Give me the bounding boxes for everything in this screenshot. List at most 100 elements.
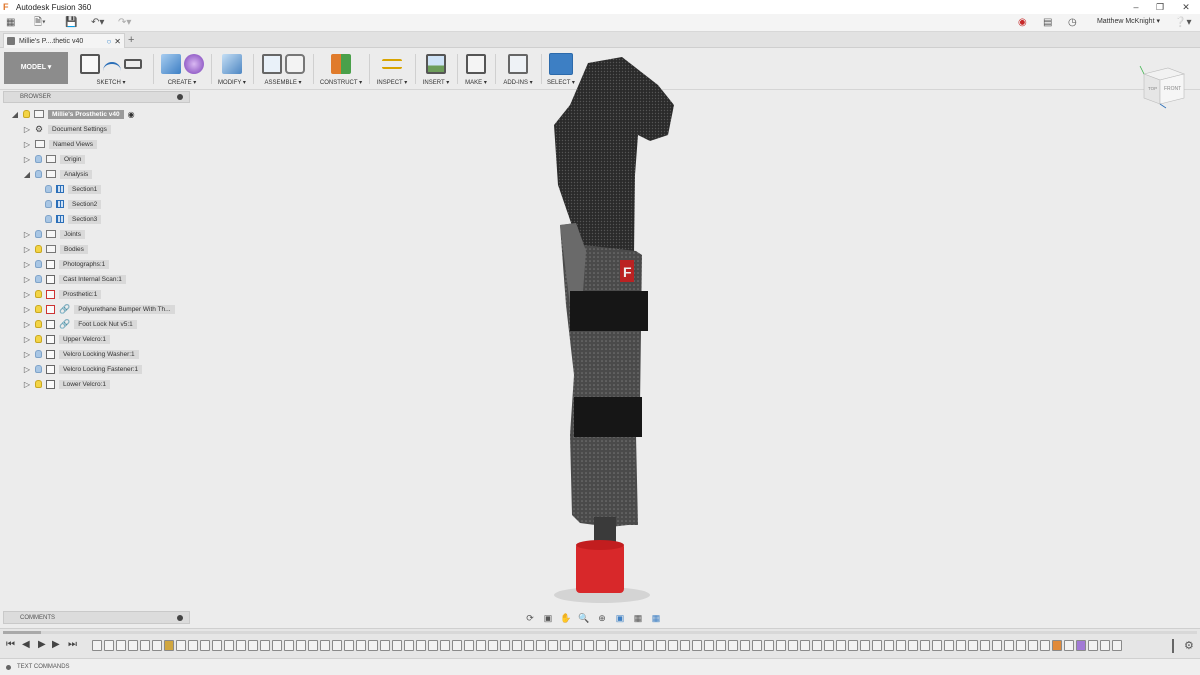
timeline-feature-icon[interactable] — [200, 640, 210, 651]
timeline-feature-icon[interactable] — [620, 640, 630, 651]
expand-arrow-icon[interactable]: ▷ — [23, 365, 31, 374]
visibility-bulb-icon[interactable] — [23, 110, 30, 118]
timeline-marker[interactable] — [1172, 639, 1174, 653]
timeline-feature-icon[interactable] — [632, 640, 642, 651]
visibility-bulb-icon[interactable] — [35, 155, 42, 163]
browser-item-velcro-locking-fastener[interactable]: ▷ Velcro Locking Fastener:1 — [23, 363, 143, 375]
expand-icon[interactable] — [6, 664, 11, 670]
visibility-bulb-icon[interactable] — [35, 170, 42, 178]
timeline-feature-icon[interactable] — [824, 640, 834, 651]
data-panel-icon[interactable]: ▦ — [6, 16, 15, 30]
grid-snaps-icon[interactable]: ▦ — [631, 613, 645, 624]
browser-item-document-settings[interactable]: ▷ ⚙ Document Settings — [23, 123, 111, 135]
workspace-switcher[interactable]: MODEL ▾ — [4, 52, 68, 84]
browser-item-photographs[interactable]: ▷ Photographs:1 — [23, 258, 110, 270]
close-button[interactable]: ✕ — [1174, 0, 1198, 14]
expand-arrow-icon[interactable]: ▷ — [23, 260, 31, 269]
help-icon[interactable]: ❔▾ — [1174, 16, 1191, 30]
timeline-feature-icon[interactable] — [1016, 640, 1026, 651]
browser-header[interactable]: BROWSER — [3, 91, 190, 103]
offset-plane-icon[interactable] — [331, 54, 351, 74]
browser-item-named-views[interactable]: ▷ Named Views — [23, 138, 97, 150]
notifications-icon[interactable]: ▤ — [1043, 16, 1052, 30]
undo-icon[interactable]: ↶▾ — [91, 16, 104, 30]
timeline-feature-icon[interactable] — [488, 640, 498, 651]
press-pull-icon[interactable] — [222, 54, 242, 74]
visibility-bulb-icon[interactable] — [35, 290, 42, 298]
step-forward-icon[interactable]: ▶ — [52, 639, 60, 650]
visibility-bulb-icon[interactable] — [35, 350, 42, 358]
close-tab-icon[interactable]: ✕ — [114, 37, 121, 46]
save-icon[interactable]: 💾 — [65, 16, 77, 30]
timeline-feature-icon[interactable] — [236, 640, 246, 651]
timeline-feature-icon[interactable] — [260, 640, 270, 651]
orbit-icon[interactable]: ⟳ — [523, 613, 537, 624]
expand-arrow-icon[interactable]: ▷ — [23, 275, 31, 284]
timeline-feature-icon[interactable] — [848, 640, 858, 651]
look-at-icon[interactable]: ▣ — [541, 613, 555, 624]
timeline-feature-icon[interactable] — [380, 640, 390, 651]
expand-arrow-icon[interactable]: ▷ — [23, 305, 31, 314]
visibility-bulb-icon[interactable] — [35, 245, 42, 253]
timeline-feature-icon[interactable] — [1028, 640, 1038, 651]
file-menu-icon[interactable]: 🗎▾ — [34, 16, 46, 30]
timeline-feature-icon[interactable] — [800, 640, 810, 651]
timeline-feature-icon[interactable] — [320, 640, 330, 651]
measure-icon[interactable] — [382, 59, 402, 69]
new-component-icon[interactable] — [261, 54, 282, 74]
expand-arrow-icon[interactable]: ▷ — [23, 125, 31, 134]
timeline-feature-icon[interactable] — [1100, 640, 1110, 651]
browser-item-velcro-locking-washer[interactable]: ▷ Velcro Locking Washer:1 — [23, 348, 139, 360]
sketch-group-label[interactable]: SKETCH — [96, 80, 120, 86]
browser-item-origin[interactable]: ▷ Origin — [23, 153, 86, 165]
expand-arrow-icon[interactable]: ▷ — [23, 335, 31, 344]
timeline-feature-icon[interactable] — [308, 640, 318, 651]
timeline-feature-icon[interactable] — [296, 640, 306, 651]
timeline-feature-icon[interactable] — [440, 640, 450, 651]
visibility-bulb-icon[interactable] — [35, 320, 42, 328]
timeline-feature-icon[interactable] — [752, 640, 762, 651]
timeline-feature-icon[interactable] — [656, 640, 666, 651]
timeline-feature-icon[interactable] — [128, 640, 138, 651]
timeline-feature-icon[interactable] — [1040, 640, 1050, 651]
activate-radio-icon[interactable]: ◉ — [128, 110, 135, 119]
expand-arrow-icon[interactable]: ▷ — [23, 230, 31, 239]
timeline-feature-icon[interactable] — [968, 640, 978, 651]
timeline-feature-icon[interactable] — [776, 640, 786, 651]
timeline-feature-icon[interactable] — [104, 640, 114, 651]
timeline-settings-icon[interactable]: ⚙ — [1184, 639, 1194, 652]
timeline-feature-icon[interactable] — [524, 640, 534, 651]
inspect-group-label[interactable]: INSPECT — [377, 80, 403, 86]
expand-arrow-icon[interactable]: ▷ — [23, 290, 31, 299]
timeline-feature-icon[interactable] — [92, 640, 102, 651]
timeline-feature-icon[interactable] — [956, 640, 966, 651]
timeline-scrollbar[interactable] — [3, 631, 1197, 634]
timeline-feature-icon[interactable] — [476, 640, 486, 651]
insert-image-icon[interactable] — [426, 54, 446, 74]
expand-arrow-icon[interactable]: ▷ — [23, 350, 31, 359]
timeline-feature-icon[interactable] — [596, 640, 606, 651]
timeline-feature-icon[interactable] — [164, 640, 174, 651]
browser-root-node[interactable]: ◢ Millie's Prosthetic v40 ◉ — [11, 108, 135, 120]
timeline-feature-icon[interactable] — [584, 640, 594, 651]
visibility-bulb-icon[interactable] — [35, 380, 42, 388]
insert-group-label[interactable]: INSERT — [423, 80, 445, 86]
timeline-feature-icon[interactable] — [884, 640, 894, 651]
timeline-feature-icon[interactable] — [1052, 640, 1062, 651]
create-sketch-icon[interactable] — [80, 54, 100, 74]
visibility-bulb-icon[interactable] — [35, 365, 42, 373]
browser-item-foot-lock-nut[interactable]: ▷ 🔗 Foot Lock Nut v5:1 — [23, 318, 137, 330]
visibility-bulb-icon[interactable] — [35, 275, 42, 283]
new-tab-button[interactable]: + — [128, 34, 134, 46]
browser-item-section2[interactable]: Section2 — [41, 198, 102, 210]
timeline-feature-icon[interactable] — [836, 640, 846, 651]
timeline-feature-icon[interactable] — [692, 640, 702, 651]
timeline-feature-icon[interactable] — [1076, 640, 1086, 651]
timeline-feature-icon[interactable] — [728, 640, 738, 651]
timeline-feature-icon[interactable] — [368, 640, 378, 651]
comments-panel[interactable]: COMMENTS — [3, 611, 190, 624]
timeline-feature-icon[interactable] — [944, 640, 954, 651]
browser-item-analysis[interactable]: ◢ Analysis — [23, 168, 93, 180]
timeline-feature-icon[interactable] — [428, 640, 438, 651]
timeline-feature-icon[interactable] — [224, 640, 234, 651]
